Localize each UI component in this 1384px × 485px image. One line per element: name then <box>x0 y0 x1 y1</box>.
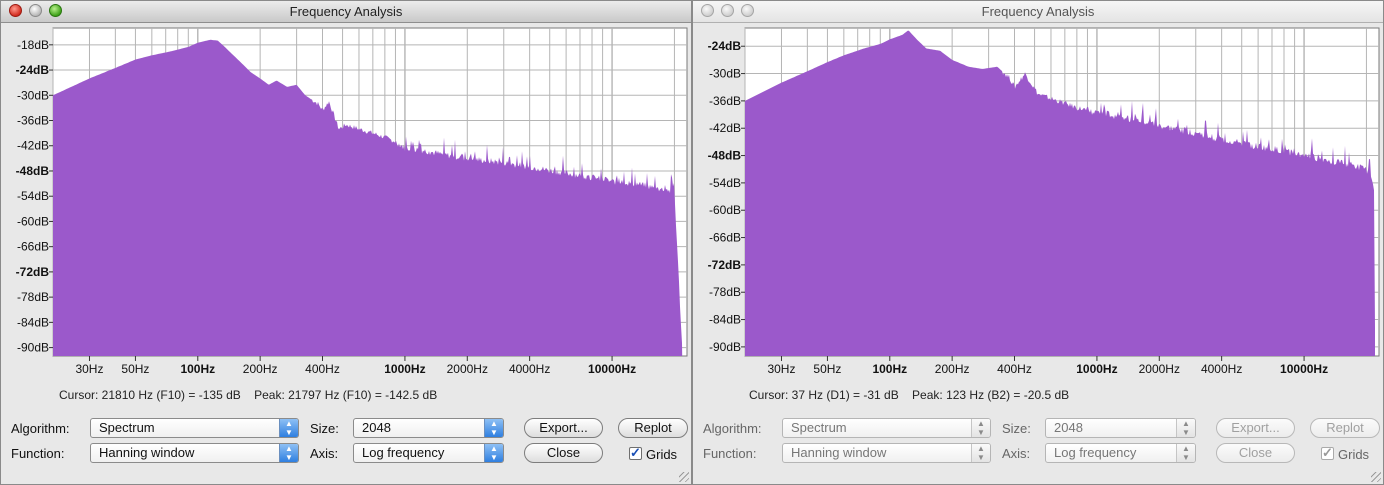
y-tick-label: -60dB <box>17 214 49 228</box>
y-tick-label: -66dB <box>17 240 49 254</box>
size-label: Size: <box>310 421 339 436</box>
x-tick-label: 2000Hz <box>1139 362 1180 376</box>
y-tick-label: -36dB <box>17 114 49 128</box>
x-tick-label: 100Hz <box>872 362 907 376</box>
close-button[interactable]: Close <box>1216 443 1295 463</box>
size-value: 2048 <box>362 420 391 435</box>
grids-label: Grids <box>646 447 678 462</box>
select-arrows-icon: ▲ ▼ <box>971 419 990 437</box>
size-select[interactable]: 2048 ▲ ▼ <box>353 418 504 438</box>
x-tick-label: 400Hz <box>997 362 1032 376</box>
axis-label: Axis: <box>310 446 339 461</box>
x-tick-label: 10000Hz <box>1280 362 1328 376</box>
axis-value: Log frequency <box>362 445 445 460</box>
y-tick-label: -42dB <box>709 121 741 135</box>
algorithm-label: Algorithm: <box>703 421 762 436</box>
select-arrows-icon: ▲ ▼ <box>971 444 990 462</box>
x-tick-label: 2000Hz <box>447 362 488 376</box>
y-tick-label: -30dB <box>17 88 49 102</box>
y-tick-label: -42dB <box>17 139 49 153</box>
size-value: 2048 <box>1054 420 1083 435</box>
y-tick-label: -72dB <box>16 265 50 279</box>
replot-button[interactable]: Replot <box>1310 418 1380 438</box>
y-tick-label: -84dB <box>17 315 49 329</box>
frequency-analysis-window-right: Frequency Analysis -24dB -30dB -36dB -42dB -… <box>692 0 1384 485</box>
y-tick-label: -90dB <box>17 341 49 355</box>
grids-checkbox[interactable]: ✓ <box>629 446 642 460</box>
cursor-readout: Cursor: 21810 Hz (F10) = -135 dB Peak: 2… <box>59 388 438 402</box>
function-value: Hanning window <box>791 445 887 460</box>
y-tick-label: -48dB <box>708 149 742 163</box>
export-button[interactable]: Export... <box>524 418 603 438</box>
function-label: Function: <box>703 446 757 461</box>
axis-select[interactable]: Log frequency ▲ ▼ <box>1045 443 1196 463</box>
select-arrows-icon: ▲ ▼ <box>484 444 503 462</box>
algorithm-select[interactable]: Spectrum ▲ ▼ <box>782 418 991 438</box>
x-tick-label: 50Hz <box>121 362 149 376</box>
x-tick-label: 30Hz <box>75 362 103 376</box>
x-tick-label: 4000Hz <box>1201 362 1242 376</box>
select-arrows-icon: ▲ ▼ <box>484 419 503 437</box>
function-select[interactable]: Hanning window ▲ ▼ <box>90 443 299 463</box>
grids-checkbox[interactable]: ✓ <box>1321 446 1334 460</box>
y-tick-label: -66dB <box>709 231 741 245</box>
title-bar[interactable]: Frequency Analysis <box>1 1 691 23</box>
size-select[interactable]: 2048 ▲ ▼ <box>1045 418 1196 438</box>
x-tick-label: 50Hz <box>813 362 841 376</box>
algorithm-value: Spectrum <box>99 420 155 435</box>
x-tick-label: 200Hz <box>935 362 970 376</box>
cursor-readout: Cursor: 37 Hz (D1) = -31 dB Peak: 123 Hz… <box>749 388 1070 402</box>
spectrum-chart[interactable]: -24dB -30dB -36dB -42dB -48dB -54dB -60dB -66dB… <box>693 23 1384 383</box>
y-tick-label: -54dB <box>17 189 49 203</box>
title-bar[interactable]: Frequency Analysis <box>693 1 1383 23</box>
algorithm-label: Algorithm: <box>11 421 70 436</box>
x-tick-label: 1000Hz <box>384 362 425 376</box>
function-value: Hanning window <box>99 445 195 460</box>
y-tick-label: -18dB <box>17 38 49 52</box>
size-label: Size: <box>1002 421 1031 436</box>
y-tick-label: -84dB <box>709 313 741 327</box>
replot-button[interactable]: Replot <box>618 418 688 438</box>
algorithm-value: Spectrum <box>791 420 847 435</box>
x-tick-label: 200Hz <box>243 362 278 376</box>
function-select[interactable]: Hanning window ▲ ▼ <box>782 443 991 463</box>
y-tick-label: -30dB <box>709 67 741 81</box>
grids-label: Grids <box>1338 447 1370 462</box>
y-tick-label: -24dB <box>16 63 50 77</box>
y-tick-label: -72dB <box>708 258 742 272</box>
frequency-analysis-window-left: Frequency Analysis -18dB -24dB -30dB -36dB -… <box>0 0 692 485</box>
y-tick-label: -78dB <box>709 285 741 299</box>
select-arrows-icon: ▲ ▼ <box>279 444 298 462</box>
window-title: Frequency Analysis <box>289 4 403 19</box>
function-label: Function: <box>11 446 65 461</box>
x-tick-label: 1000Hz <box>1076 362 1117 376</box>
x-tick-label: 10000Hz <box>588 362 636 376</box>
y-tick-label: -78dB <box>17 290 49 304</box>
close-button[interactable]: Close <box>524 443 603 463</box>
y-tick-label: -36dB <box>709 94 741 108</box>
y-tick-label: -54dB <box>709 176 741 190</box>
resize-grip-icon[interactable] <box>679 472 689 482</box>
select-arrows-icon: ▲ ▼ <box>1176 444 1195 462</box>
x-tick-label: 100Hz <box>180 362 215 376</box>
axis-label: Axis: <box>1002 446 1031 461</box>
y-tick-label: -48dB <box>16 164 50 178</box>
y-tick-label: -24dB <box>708 39 742 53</box>
x-tick-label: 30Hz <box>767 362 795 376</box>
export-button[interactable]: Export... <box>1216 418 1295 438</box>
spectrum-chart[interactable]: -18dB -24dB -30dB -36dB -42dB -48dB -54dB -60dB… <box>1 23 692 383</box>
select-arrows-icon: ▲ ▼ <box>279 419 298 437</box>
axis-select[interactable]: Log frequency ▲ ▼ <box>353 443 504 463</box>
resize-grip-icon[interactable] <box>1371 472 1381 482</box>
y-tick-label: -60dB <box>709 203 741 217</box>
x-tick-label: 4000Hz <box>509 362 550 376</box>
x-tick-label: 400Hz <box>305 362 340 376</box>
axis-value: Log frequency <box>1054 445 1137 460</box>
algorithm-select[interactable]: Spectrum ▲ ▼ <box>90 418 299 438</box>
select-arrows-icon: ▲ ▼ <box>1176 419 1195 437</box>
y-tick-label: -90dB <box>709 340 741 354</box>
window-title: Frequency Analysis <box>981 4 1095 19</box>
